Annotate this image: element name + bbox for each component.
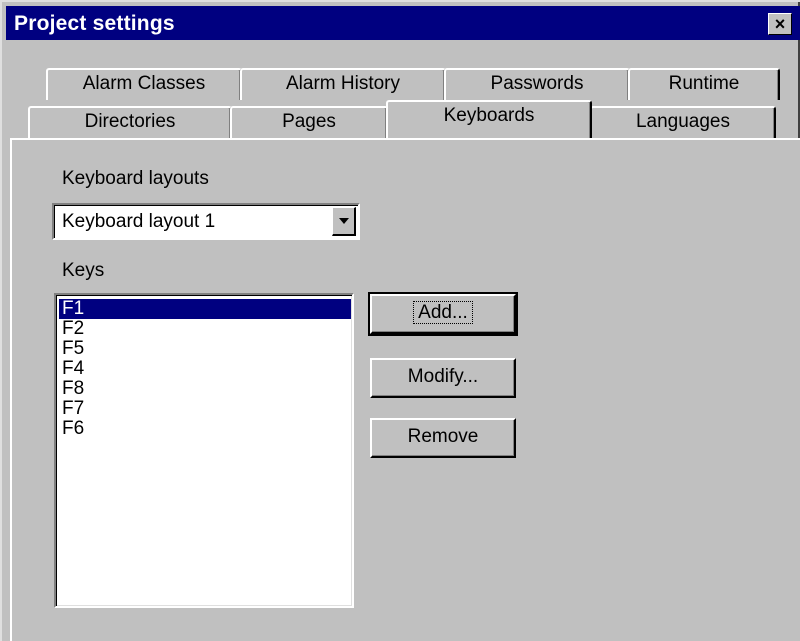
tab-directories[interactable]: Directories bbox=[28, 106, 232, 138]
list-item[interactable]: F7 bbox=[59, 399, 351, 419]
title-bar[interactable]: Project settings bbox=[6, 6, 800, 40]
list-item[interactable]: F4 bbox=[59, 359, 351, 379]
keyboard-layout-value: Keyboard layout 1 bbox=[62, 211, 216, 232]
modify-button[interactable]: Modify... bbox=[370, 358, 516, 398]
tab-passwords[interactable]: Passwords bbox=[444, 68, 630, 100]
tab-keyboards[interactable]: Keyboards bbox=[386, 100, 592, 138]
project-settings-dialog: Project settings × Alarm Classes Alarm H… bbox=[0, 0, 800, 641]
keys-listbox[interactable]: F1 F2 F5 F4 F8 F7 F6 bbox=[54, 293, 354, 608]
keyboard-layout-dropdown[interactable]: Keyboard layout 1 bbox=[52, 203, 360, 240]
chevron-down-icon[interactable] bbox=[332, 207, 356, 236]
tab-languages[interactable]: Languages bbox=[590, 106, 776, 138]
tab-runtime[interactable]: Runtime bbox=[628, 68, 780, 100]
close-icon[interactable]: × bbox=[768, 13, 792, 35]
list-item[interactable]: F8 bbox=[59, 379, 351, 399]
list-item[interactable]: F5 bbox=[59, 339, 351, 359]
add-button-label: Add... bbox=[413, 301, 473, 324]
list-item[interactable]: F1 bbox=[59, 299, 351, 319]
window-title: Project settings bbox=[14, 12, 175, 35]
remove-button[interactable]: Remove bbox=[370, 418, 516, 458]
list-item[interactable]: F2 bbox=[59, 319, 351, 339]
keys-label: Keys bbox=[62, 260, 105, 281]
tab-alarm-classes[interactable]: Alarm Classes bbox=[46, 68, 242, 100]
tab-alarm-history[interactable]: Alarm History bbox=[240, 68, 446, 100]
keyboard-layouts-label: Keyboard layouts bbox=[62, 168, 209, 189]
add-button[interactable]: Add... bbox=[368, 292, 518, 336]
list-item[interactable]: F6 bbox=[59, 419, 351, 439]
tab-pages[interactable]: Pages bbox=[230, 106, 388, 138]
